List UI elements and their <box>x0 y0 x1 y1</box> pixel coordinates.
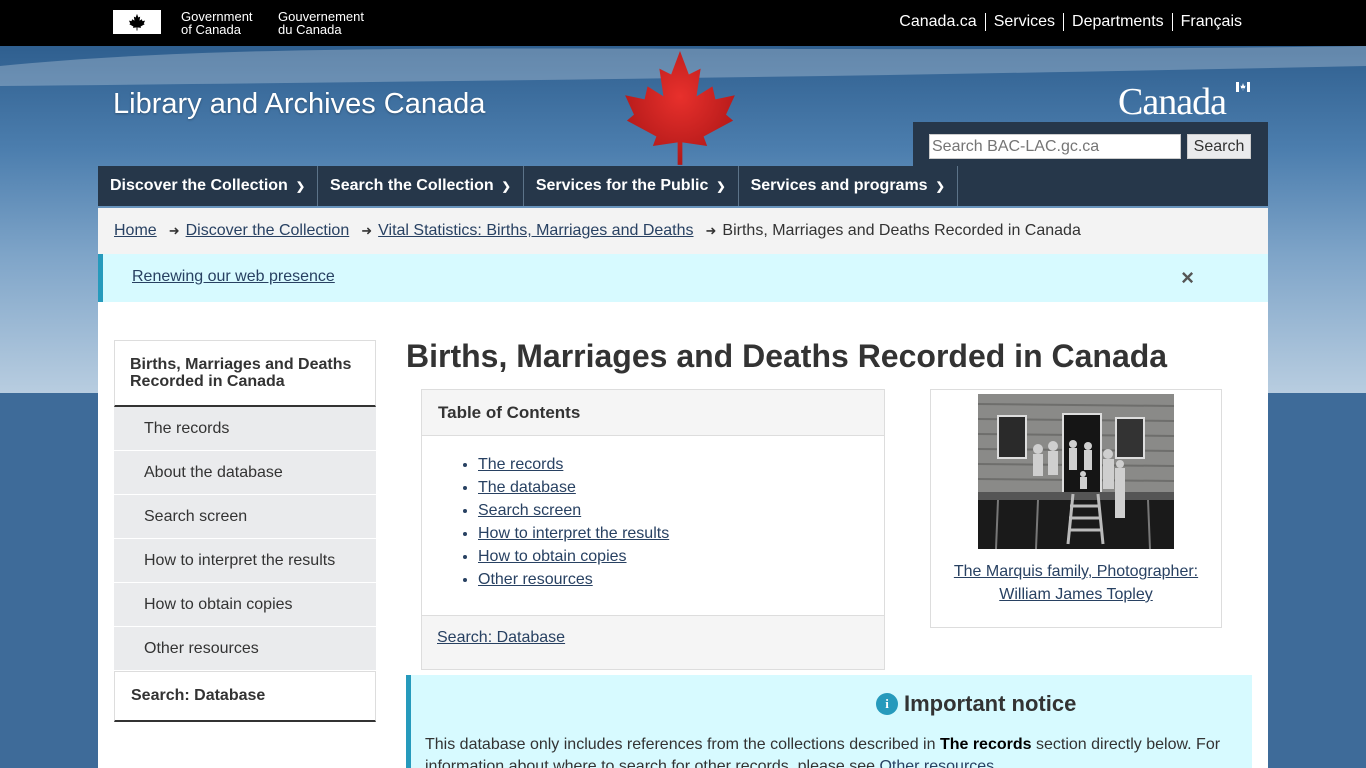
section-item-obtain-copies[interactable]: How to obtain copies <box>114 583 376 627</box>
section-menu: Births, Marriages and Deaths Recorded in… <box>114 340 376 722</box>
menu-label: Search the Collection <box>330 177 494 194</box>
breadcrumb-home[interactable]: Home <box>114 222 157 240</box>
info-icon: i <box>876 693 898 715</box>
wordmark-flag-icon <box>1236 82 1250 92</box>
toc-item: The records <box>478 453 884 476</box>
search-input[interactable] <box>929 134 1181 159</box>
toc-link-other[interactable]: Other resources <box>478 571 593 588</box>
toc-link-copies[interactable]: How to obtain copies <box>478 548 627 565</box>
main-menu: Discover the Collection ❯ Search the Coll… <box>98 166 1268 206</box>
gov-fr-label: Gouvernement du Canada <box>278 9 364 37</box>
menu-search-collection[interactable]: Search the Collection ❯ <box>318 166 524 206</box>
section-item-interpret-results[interactable]: How to interpret the results <box>114 539 376 583</box>
figure-panel: The Marquis family, Photographer: Willia… <box>930 389 1222 628</box>
breadcrumb-current: Births, Marriages and Deaths Recorded in… <box>722 222 1081 239</box>
top-link-language[interactable]: Français <box>1171 13 1250 31</box>
menu-label: Services for the Public <box>535 177 709 194</box>
toc-item: How to interpret the results <box>478 522 884 545</box>
toc-link-interpret[interactable]: How to interpret the results <box>478 525 669 542</box>
chevron-down-icon: ❯ <box>716 180 726 193</box>
breadcrumb-discover[interactable]: Discover the Collection <box>186 222 350 240</box>
gov-en-label: Government of Canada <box>181 9 253 37</box>
search-button[interactable]: Search <box>1187 134 1251 159</box>
important-notice-text: This database only includes references f… <box>425 734 1245 768</box>
notice-text-bold: The records <box>939 736 1032 753</box>
top-link-departments[interactable]: Departments <box>1063 13 1172 31</box>
chevron-down-icon: ❯ <box>935 180 945 193</box>
table-of-contents: Table of Contents The records The databa… <box>421 389 885 670</box>
site-title[interactable]: Library and Archives Canada <box>113 88 485 121</box>
toc-footer: Search: Database <box>422 615 884 669</box>
top-link-canada[interactable]: Canada.ca <box>891 13 984 31</box>
other-resources-link[interactable]: Other resources <box>879 758 994 768</box>
marquis-family-photo[interactable] <box>978 394 1174 549</box>
maple-leaf-icon <box>625 50 735 165</box>
toc-item: Search screen <box>478 499 884 522</box>
important-notice-title: Important notice <box>904 691 1077 716</box>
toc-link-search-screen[interactable]: Search screen <box>478 502 581 519</box>
top-links: Canada.ca Services Departments Français <box>891 13 1250 31</box>
breadcrumb: Home ➜ Discover the Collection ➜ Vital S… <box>98 208 1268 254</box>
close-icon[interactable]: × <box>1181 265 1194 291</box>
menu-label: Discover the Collection <box>110 177 288 194</box>
section-menu-heading[interactable]: Births, Marriages and Deaths Recorded in… <box>114 340 376 407</box>
canada-flag-icon <box>113 10 161 34</box>
section-item-other-resources[interactable]: Other resources <box>114 627 376 671</box>
top-link-services[interactable]: Services <box>984 13 1063 31</box>
toc-link-database[interactable]: The database <box>478 479 576 496</box>
toc-list: The records The database Search screen H… <box>478 453 884 591</box>
gov-topbar: Government of Canada Gouvernement du Canad… <box>0 0 1366 46</box>
chevron-down-icon: ❯ <box>295 180 306 193</box>
menu-label: Services and programs <box>750 177 928 194</box>
toc-item: Other resources <box>478 568 884 591</box>
gov-signature[interactable]: Government of Canada Gouvernement du Canad… <box>113 10 378 36</box>
toc-link-records[interactable]: The records <box>478 456 563 473</box>
toc-heading: Table of Contents <box>422 390 884 436</box>
arrow-right-icon: ➜ <box>168 223 180 238</box>
breadcrumb-vital-statistics[interactable]: Vital Statistics: Births, Marriages and … <box>378 222 693 240</box>
menu-services-programs[interactable]: Services and programs ❯ <box>739 166 958 206</box>
renewing-link[interactable]: Renewing our web presence <box>132 268 335 286</box>
notice-text-part: This database only includes references f… <box>425 736 940 753</box>
section-item-search-screen[interactable]: Search screen <box>114 495 376 539</box>
toc-item: The database <box>478 476 884 499</box>
arrow-right-icon: ➜ <box>705 223 717 238</box>
toc-search-database-link[interactable]: Search: Database <box>437 629 565 646</box>
important-notice-heading: i Important notice <box>876 691 1076 717</box>
chevron-down-icon: ❯ <box>501 180 511 193</box>
toc-item: How to obtain copies <box>478 545 884 568</box>
figure-caption: The Marquis family, Photographer: Willia… <box>931 560 1221 606</box>
menu-services-public[interactable]: Services for the Public ❯ <box>524 166 739 206</box>
section-item-search-database[interactable]: Search: Database <box>114 671 376 722</box>
arrow-right-icon: ➜ <box>361 223 373 238</box>
section-item-about-database[interactable]: About the database <box>114 451 376 495</box>
canada-wordmark: Canada <box>1118 81 1227 123</box>
menu-discover-collection[interactable]: Discover the Collection ❯ <box>98 166 319 206</box>
section-item-records[interactable]: The records <box>114 407 376 451</box>
figure-caption-link[interactable]: The Marquis family, Photographer: Willia… <box>954 563 1198 603</box>
web-presence-notice: Renewing our web presence × <box>98 254 1268 302</box>
important-notice: i Important notice This database only in… <box>406 675 1252 768</box>
page-title: Births, Marriages and Deaths Recorded in… <box>406 338 1168 374</box>
